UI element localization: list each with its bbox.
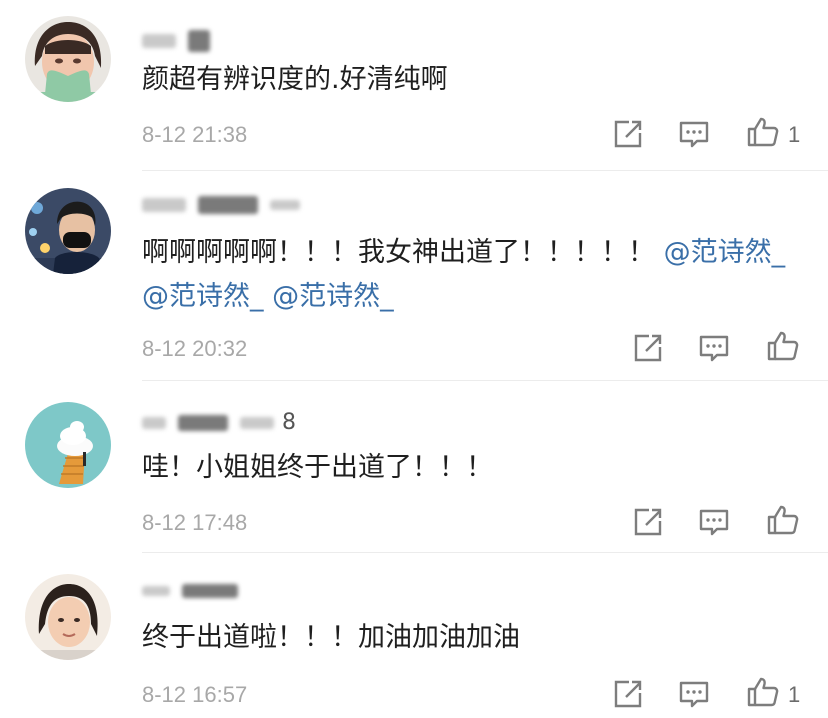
comment-time: 8-12 17:48 <box>142 510 248 535</box>
comment-text: 啊啊啊啊啊！！！我女神出道了！！！！！ @范诗然_ @范诗然_ @范诗然_ <box>142 231 806 319</box>
like-button[interactable] <box>746 676 780 708</box>
thumbs-up-icon <box>766 330 800 362</box>
comment-item: 颜超有辨识度的.好清纯啊 8-12 21:38 1 <box>0 0 828 170</box>
like-count: 1 <box>788 682 801 707</box>
share-icon <box>630 506 664 538</box>
avatar-girl-selfie-icon[interactable] <box>25 574 111 660</box>
avatar-ice-cream-icon[interactable] <box>25 402 111 488</box>
comment-text: 终于出道啦！！！加油加油加油 <box>142 622 520 653</box>
thumbs-up-icon <box>766 504 800 536</box>
like-button[interactable] <box>766 330 800 362</box>
mention-link[interactable]: @范诗然_ <box>664 237 786 268</box>
comment-item: 8 哇！小姐姐终于出道了！！！ 8-12 17:48 <box>0 380 828 552</box>
share-button[interactable] <box>610 678 644 710</box>
comment-icon <box>677 678 711 710</box>
comment-text-plain: 啊啊啊啊啊！！！我女神出道了！！！！！ <box>142 237 655 268</box>
share-button[interactable] <box>610 118 644 150</box>
comment-time: 8-12 20:32 <box>142 336 248 361</box>
like-button[interactable] <box>766 504 800 536</box>
like-button[interactable] <box>746 116 780 148</box>
share-button[interactable] <box>630 506 664 538</box>
like-count: 1 <box>788 122 801 147</box>
mention-link[interactable]: @范诗然_ <box>142 281 264 312</box>
reply-button[interactable] <box>677 118 711 150</box>
comment-time: 8-12 16:57 <box>142 682 248 707</box>
comment-text: 颜超有辨识度的.好清纯啊 <box>142 64 448 95</box>
comment-item: 啊啊啊啊啊！！！我女神出道了！！！！！ @范诗然_ @范诗然_ @范诗然_ 8-… <box>0 170 828 380</box>
avatar-girl-green-mask-icon[interactable] <box>25 16 111 102</box>
username[interactable] <box>142 28 210 58</box>
share-icon <box>610 678 644 710</box>
username[interactable] <box>142 192 300 222</box>
share-button[interactable] <box>630 332 664 364</box>
thumbs-up-icon <box>746 116 780 148</box>
reply-button[interactable] <box>697 332 731 364</box>
mention-link[interactable]: @范诗然_ <box>272 281 394 312</box>
share-icon <box>630 332 664 364</box>
reply-button[interactable] <box>697 506 731 538</box>
reply-button[interactable] <box>677 678 711 710</box>
username[interactable]: 8 <box>142 410 297 440</box>
comment-item: 终于出道啦！！！加油加油加油 8-12 16:57 1 <box>0 552 828 718</box>
username-text: 8 <box>282 410 297 435</box>
comment-icon <box>677 118 711 150</box>
comment-icon <box>697 332 731 364</box>
share-icon <box>610 118 644 150</box>
avatar-man-black-mask-icon[interactable] <box>25 188 111 274</box>
username[interactable] <box>142 578 238 608</box>
comment-time: 8-12 21:38 <box>142 122 248 147</box>
comment-text: 哇！小姐姐终于出道了！！！ <box>142 452 493 483</box>
comment-icon <box>697 506 731 538</box>
thumbs-up-icon <box>746 676 780 708</box>
